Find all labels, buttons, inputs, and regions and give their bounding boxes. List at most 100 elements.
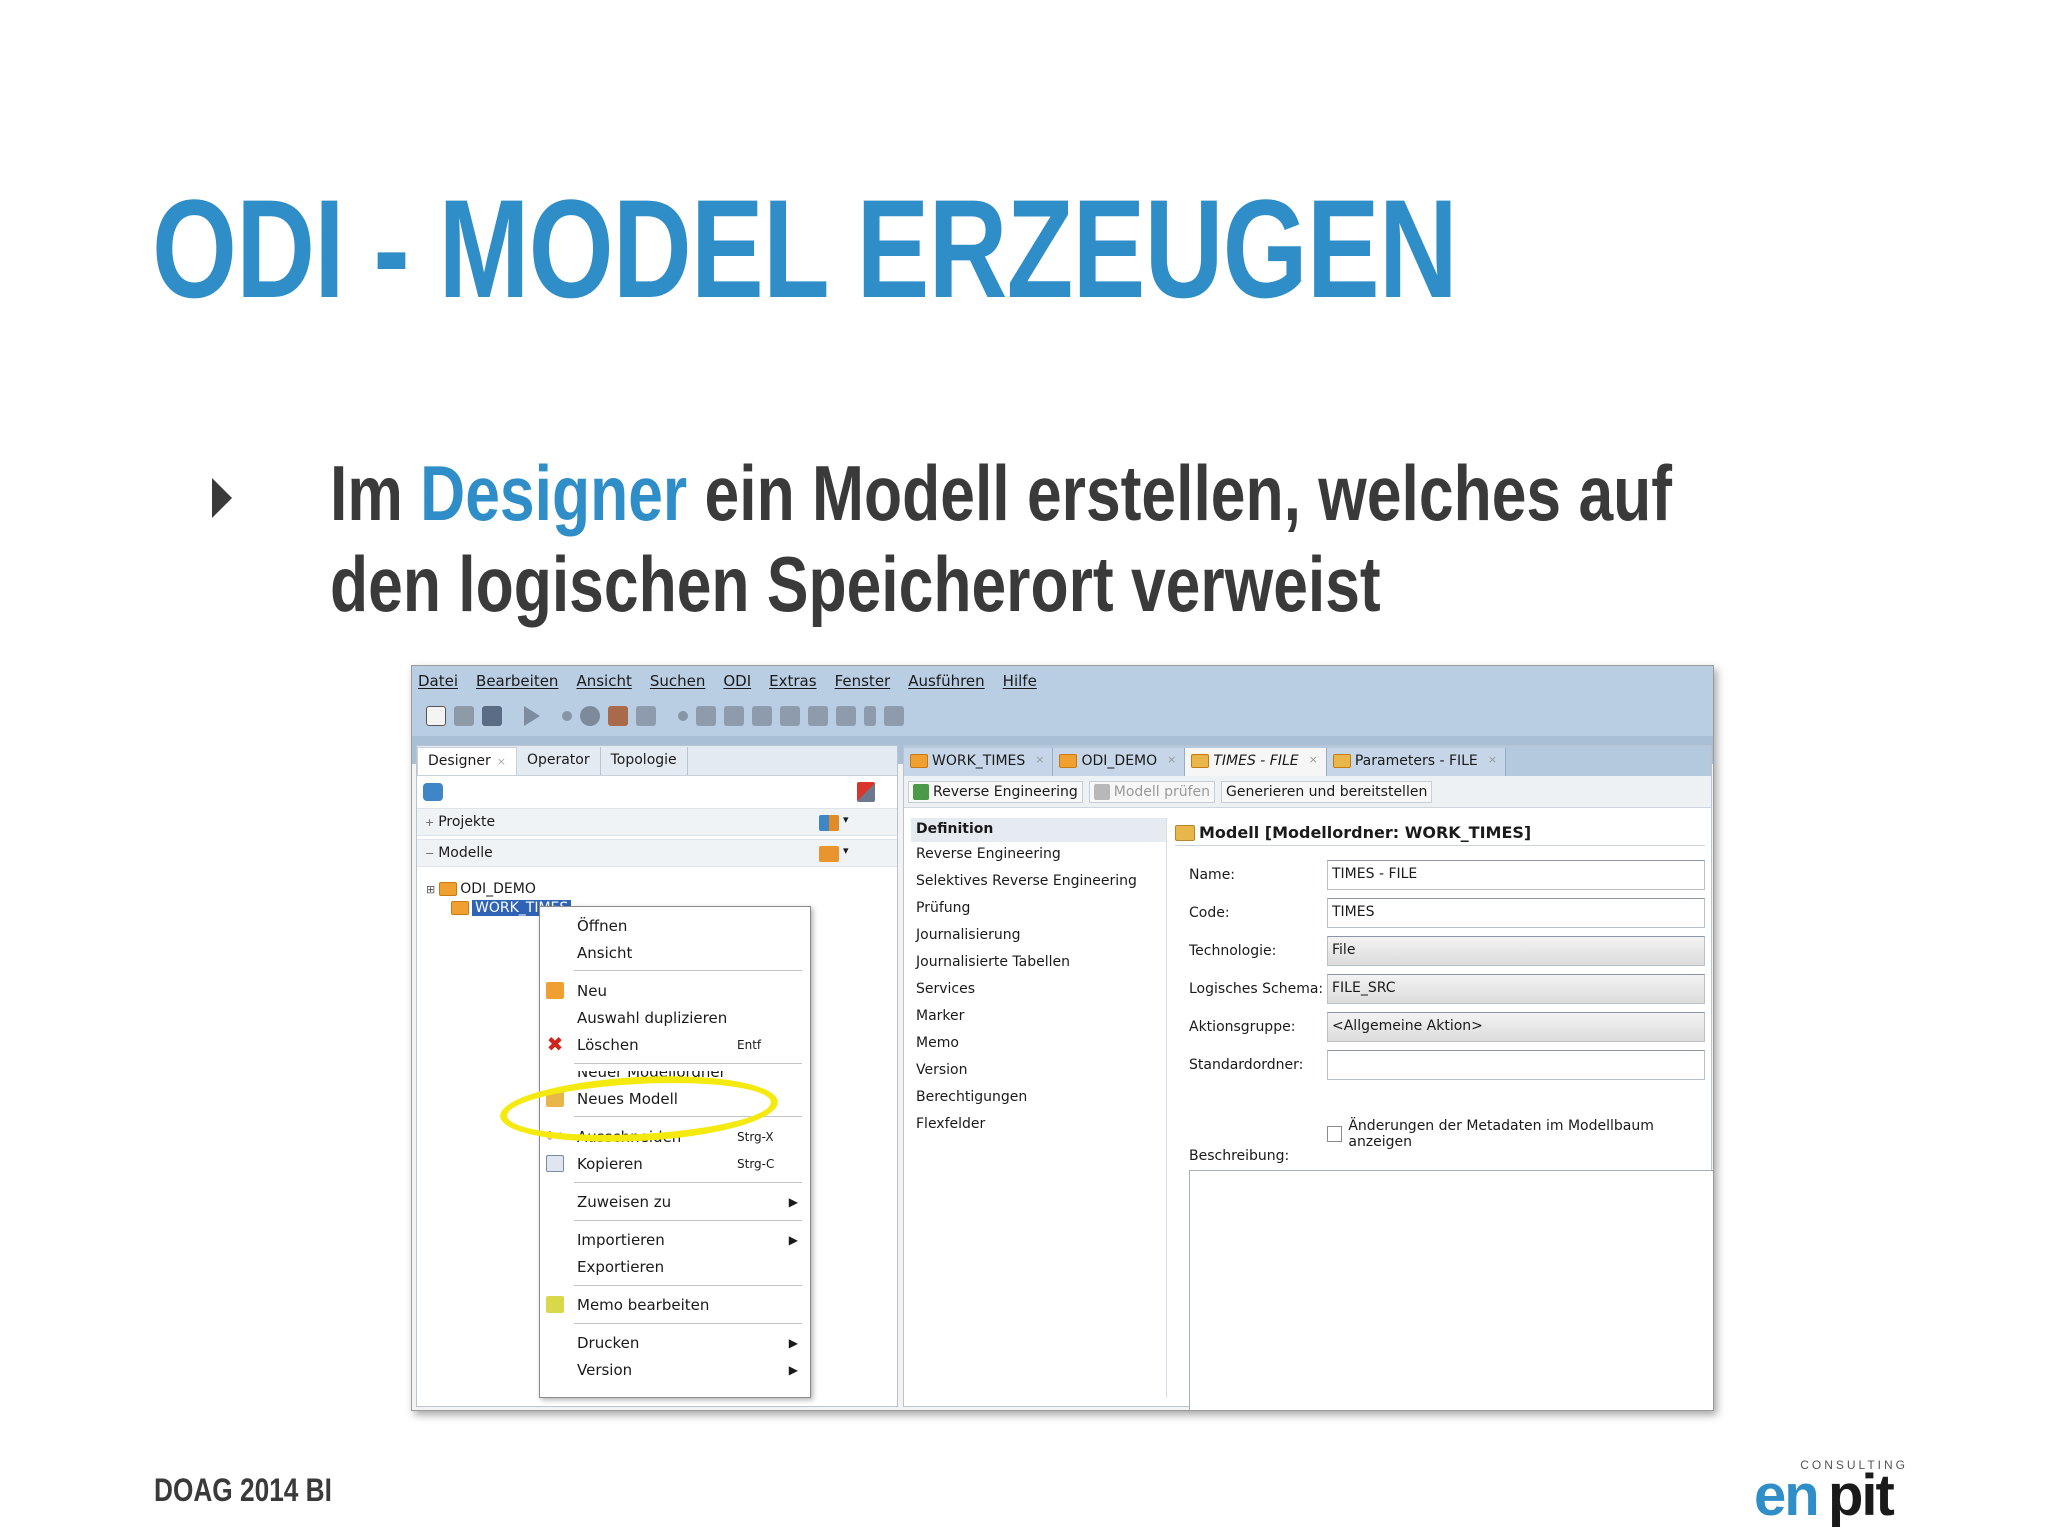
menu-fenster[interactable]: Fenster [835, 672, 891, 690]
folder-icon [910, 754, 928, 768]
nav-item[interactable]: Services [911, 977, 1166, 1004]
step-back-icon[interactable] [780, 706, 800, 726]
nav-item[interactable]: Berechtigungen [911, 1085, 1166, 1112]
tab-times-file-label: TIMES - FILE [1213, 753, 1299, 769]
nav-item[interactable]: Prüfung [911, 896, 1166, 923]
menu-item-version[interactable]: Version ▶ [540, 1357, 810, 1383]
section-projekte[interactable]: + Projekte ▾ [417, 808, 897, 836]
default-folder-field[interactable] [1327, 1050, 1705, 1080]
new-project-icon[interactable] [819, 815, 839, 831]
resume-icon[interactable] [884, 706, 904, 726]
show-metadata-changes-row[interactable]: Änderungen der Metadaten im Modellbaum a… [1327, 1118, 1705, 1150]
menu-ausfuehren[interactable]: Ausführen [908, 672, 984, 690]
stop-icon[interactable] [836, 706, 856, 726]
action-group-label: Aktionsgruppe: [1189, 1019, 1296, 1035]
nav-item[interactable]: Journalisierte Tabellen [911, 950, 1166, 977]
menu-item-new[interactable]: Neu [540, 978, 810, 1004]
nav-item[interactable]: Selektives Reverse Engineering [911, 869, 1166, 896]
navigator-toolbar [417, 776, 897, 808]
step-into-icon[interactable] [696, 706, 716, 726]
menu-item-copy-label: Kopieren [577, 1155, 643, 1173]
search-options-icon[interactable] [857, 782, 875, 802]
code-label: Code: [1189, 905, 1230, 921]
show-metadata-changes-checkbox[interactable] [1327, 1126, 1343, 1142]
menu-item-import[interactable]: Importieren ▶ [540, 1227, 810, 1253]
expand-icon[interactable]: + [425, 816, 434, 829]
check-model-button[interactable]: Modell prüfen [1088, 780, 1216, 803]
checkmark-icon [1093, 783, 1110, 800]
step-out-icon[interactable] [752, 706, 772, 726]
logical-schema-field[interactable]: FILE_SRC [1327, 974, 1705, 1004]
menu-odi[interactable]: ODI [723, 672, 751, 690]
menu-item-copy[interactable]: Kopieren Strg-C [540, 1151, 810, 1177]
nav-item[interactable]: Flexfelder [911, 1112, 1166, 1139]
tab-work-times[interactable]: WORK_TIMES × [904, 748, 1054, 776]
breakpoint-icon[interactable] [678, 711, 688, 721]
nav-item[interactable]: Version [911, 1058, 1166, 1085]
technology-field[interactable]: File [1327, 936, 1705, 966]
nav-item-definition[interactable]: Definition [911, 818, 1166, 842]
bug-icon[interactable] [608, 706, 628, 726]
run-icon[interactable] [524, 706, 540, 726]
menu-bearbeiten[interactable]: Bearbeiten [476, 672, 558, 690]
menu-item-assign[interactable]: Zuweisen zu ▶ [540, 1189, 810, 1215]
shortcut-label: Entf [737, 1038, 762, 1052]
menu-item-export[interactable]: Exportieren [540, 1254, 810, 1280]
generate-deploy-button[interactable]: Generieren und bereitstellen [1221, 780, 1433, 803]
tab-parameters-file[interactable]: Parameters - FILE × [1326, 748, 1506, 776]
tab-odi-demo[interactable]: ODI_DEMO × [1053, 748, 1186, 776]
save-all-icon[interactable] [482, 706, 502, 726]
menu-extras[interactable]: Extras [769, 672, 816, 690]
menu-item-edit-memo[interactable]: Memo bearbeiten [540, 1292, 810, 1318]
menu-item-open[interactable]: Öffnen [540, 913, 810, 939]
name-field[interactable]: TIMES - FILE [1327, 860, 1705, 890]
debug-step-icon[interactable] [636, 706, 656, 726]
shortcut-label: Strg-C [737, 1157, 775, 1171]
save-icon[interactable] [454, 706, 474, 726]
debug-icon[interactable] [580, 706, 600, 726]
menu-hilfe[interactable]: Hilfe [1003, 672, 1037, 690]
tab-times-file[interactable]: TIMES - FILE × [1185, 748, 1327, 776]
menu-item-duplicate[interactable]: Auswahl duplizieren [540, 1005, 810, 1031]
menu-ansicht[interactable]: Ansicht [576, 672, 631, 690]
chevron-down-icon[interactable]: ▾ [843, 813, 849, 826]
tree-expand-icon[interactable]: ⊞ [426, 883, 435, 896]
editor-toolbar: Reverse Engineering Modell prüfen Generi… [904, 776, 1711, 808]
chevron-down-icon[interactable]: ▾ [843, 844, 849, 857]
menu-item-print[interactable]: Drucken ▶ [540, 1330, 810, 1356]
nav-item[interactable]: Reverse Engineering [911, 842, 1166, 869]
menu-datei[interactable]: Datei [418, 672, 458, 690]
menu-item-view[interactable]: Ansicht [540, 940, 810, 966]
technology-label: Technologie: [1189, 943, 1277, 959]
close-icon[interactable]: × [1309, 753, 1318, 766]
tab-designer[interactable]: Designer × [417, 747, 517, 775]
skip-icon[interactable] [808, 706, 828, 726]
menu-item-new-label: Neu [577, 982, 607, 1000]
new-file-icon[interactable] [426, 706, 446, 726]
new-model-folder-icon[interactable] [819, 846, 839, 862]
shortcut-label: Strg-X [737, 1130, 774, 1144]
code-field[interactable]: TIMES [1327, 898, 1705, 928]
description-textarea[interactable] [1189, 1170, 1713, 1410]
nav-item[interactable]: Marker [911, 1004, 1166, 1031]
nav-item[interactable]: Journalisierung [911, 923, 1166, 950]
close-icon[interactable]: × [1167, 753, 1176, 766]
menu-suchen[interactable]: Suchen [650, 672, 706, 690]
collapse-icon[interactable]: − [425, 847, 434, 860]
reverse-engineering-icon [913, 783, 929, 800]
tab-operator[interactable]: Operator [517, 747, 601, 775]
dot-icon[interactable] [562, 711, 572, 721]
step-over-icon[interactable] [724, 706, 744, 726]
close-icon[interactable]: × [1488, 753, 1497, 766]
close-icon[interactable]: × [497, 755, 506, 768]
section-modelle[interactable]: − Modelle ▾ [417, 839, 897, 867]
tree-node-odi-demo[interactable]: ⊞ ODI_DEMO [426, 881, 536, 897]
action-group-field[interactable]: <Allgemeine Aktion> [1327, 1012, 1705, 1042]
close-icon[interactable]: × [1035, 753, 1044, 766]
nav-item[interactable]: Memo [911, 1031, 1166, 1058]
connect-navigator-icon[interactable] [423, 783, 443, 801]
pause-icon[interactable] [864, 706, 876, 726]
tab-topologie[interactable]: Topologie [601, 747, 688, 775]
menu-item-delete[interactable]: ✖ Löschen Entf [540, 1032, 810, 1058]
reverse-engineering-button[interactable]: Reverse Engineering [908, 780, 1083, 803]
